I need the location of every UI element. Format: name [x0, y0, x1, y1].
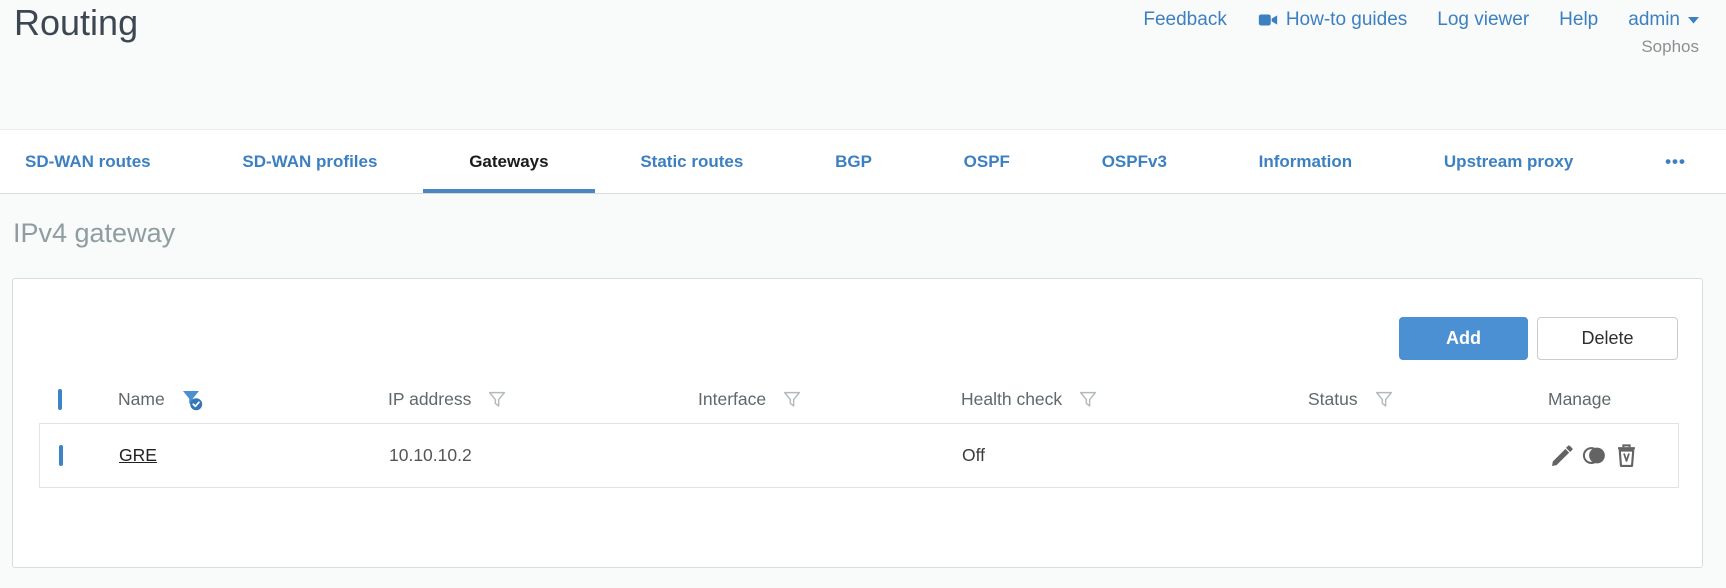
caret-down-icon [1687, 15, 1700, 25]
tab-bgp[interactable]: BGP [835, 130, 872, 193]
ip-filter-icon[interactable] [486, 389, 508, 411]
edit-icon[interactable] [1549, 442, 1576, 469]
table-header-row: Name IP address Interface Health check S… [39, 376, 1679, 423]
column-header-name: Name [118, 388, 388, 412]
table-row: GRE 10.10.10.2 Off [39, 423, 1679, 488]
gateway-table: Name IP address Interface Health check S… [39, 376, 1679, 488]
name-filter-active-icon[interactable] [180, 388, 204, 412]
help-link[interactable]: Help [1559, 9, 1598, 31]
toggle-active-icon[interactable] [1581, 442, 1608, 469]
gateway-health-check-cell: Off [962, 445, 986, 465]
tab-sd-wan-profiles[interactable]: SD-WAN profiles [242, 130, 377, 193]
gateway-manage-cell [1549, 442, 1678, 469]
gateway-ip-cell: 10.10.10.2 [389, 445, 472, 465]
log-viewer-link[interactable]: Log viewer [1437, 9, 1529, 31]
tab-information[interactable]: Information [1259, 130, 1353, 193]
column-header-interface: Interface [698, 389, 961, 411]
toolbar: Add Delete [1399, 317, 1678, 360]
gateway-name-link[interactable]: GRE [119, 445, 157, 465]
interface-filter-icon[interactable] [781, 389, 803, 411]
column-header-ip-address: IP address [388, 389, 698, 411]
tab-static-routes[interactable]: Static routes [640, 130, 743, 193]
more-tabs-ellipsis-icon[interactable]: ••• [1665, 152, 1686, 172]
tab-bar: SD-WAN routes SD-WAN profiles Gateways S… [0, 129, 1726, 194]
feedback-link[interactable]: Feedback [1143, 9, 1226, 31]
add-button[interactable]: Add [1399, 317, 1528, 360]
select-all-checkbox[interactable] [58, 388, 62, 410]
video-camera-icon [1257, 9, 1279, 31]
page-title: Routing [14, 2, 139, 43]
column-header-health-check: Health check [961, 389, 1308, 411]
health-check-filter-icon[interactable] [1077, 389, 1099, 411]
howto-guides-link[interactable]: How-to guides [1257, 9, 1407, 31]
tab-ospfv3[interactable]: OSPFv3 [1102, 130, 1167, 193]
column-header-status: Status [1308, 389, 1548, 411]
delete-button[interactable]: Delete [1537, 317, 1678, 360]
gateway-name-cell: GRE [119, 445, 389, 466]
gateway-status-cell [1309, 447, 1549, 465]
section-title: IPv4 gateway [13, 218, 176, 248]
top-nav: Feedback How-to guides Log viewer Help a… [1143, 9, 1700, 31]
status-filter-icon[interactable] [1373, 389, 1395, 411]
tab-ospf[interactable]: OSPF [964, 130, 1010, 193]
tab-gateways[interactable]: Gateways [422, 130, 596, 193]
row-checkbox[interactable] [59, 444, 63, 466]
tab-sd-wan-routes[interactable]: SD-WAN routes [25, 130, 151, 193]
column-header-manage: Manage [1548, 389, 1612, 409]
gateway-card: Add Delete Name IP address Interface Hea… [12, 278, 1703, 568]
delete-icon[interactable] [1613, 442, 1640, 469]
brand-label: Sophos [1641, 37, 1699, 56]
user-menu[interactable]: admin [1628, 9, 1700, 31]
tab-upstream-proxy[interactable]: Upstream proxy [1444, 130, 1573, 193]
